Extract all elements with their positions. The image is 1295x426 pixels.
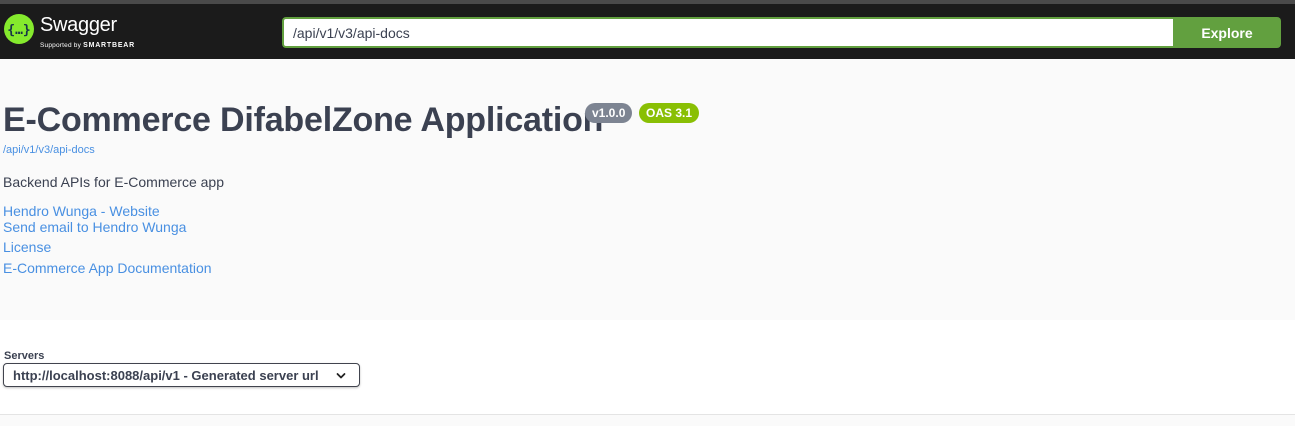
spec-url-input[interactable] [282, 17, 1174, 48]
website-link[interactable]: Hendro Wunga - Website [3, 203, 160, 219]
email-link[interactable]: Send email to Hendro Wunga [3, 219, 186, 235]
logo-text: Swagger [40, 14, 117, 36]
top-bar: {…} Swagger Supported by SMARTBEAR Explo… [0, 4, 1295, 59]
external-docs-link[interactable]: E-Commerce App Documentation [3, 260, 212, 276]
api-docs-link[interactable]: /api/v1/v3/api-docs [3, 144, 95, 156]
chevron-down-icon [336, 373, 346, 379]
logo-subtitle: Supported by SMARTBEAR [40, 42, 135, 49]
api-description: Backend APIs for E-Commerce app [3, 174, 224, 190]
license-link[interactable]: License [3, 239, 51, 255]
swagger-logo-icon: {…} [4, 14, 34, 44]
explore-button[interactable]: Explore [1173, 17, 1281, 48]
servers-selected-value: http://localhost:8088/api/v1 - Generated… [13, 368, 319, 383]
operations-area [0, 415, 1295, 426]
logo-sub-brand: SMARTBEAR [83, 42, 136, 49]
page-title: E-Commerce DifabelZone Application [3, 101, 604, 139]
servers-section: Servers http://localhost:8088/api/v1 - G… [0, 320, 1295, 415]
svg-text:{…}: {…} [7, 23, 30, 38]
oas-badge: OAS 3.1 [639, 103, 700, 123]
swagger-logo[interactable]: {…} Swagger Supported by SMARTBEAR [2, 11, 142, 53]
version-badge: v1.0.0 [585, 103, 633, 123]
info-section: E-Commerce DifabelZone Application v1.0.… [0, 59, 1295, 320]
logo-sub-prefix: Supported by [40, 42, 82, 49]
servers-select[interactable]: http://localhost:8088/api/v1 - Generated… [3, 363, 360, 387]
servers-label: Servers [4, 350, 45, 362]
